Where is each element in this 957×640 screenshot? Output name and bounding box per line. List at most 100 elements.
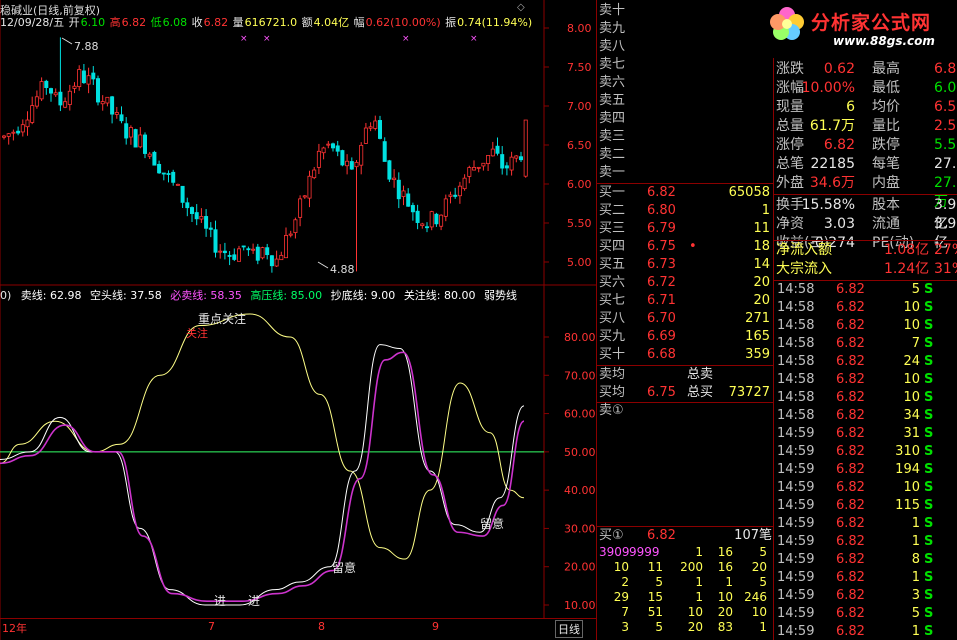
stat-label: 换手 [776,197,804,213]
stat-value: 6.82 [823,137,855,153]
queue-cell: 1 [695,590,703,604]
candle-body [204,216,209,229]
tick-price: 6.82 [836,498,865,513]
avg-sell-row: 卖均 总卖 [599,367,714,382]
queue-cell: 1 [725,575,733,589]
tick-row: 14:59 6.82 194 S [774,461,957,479]
tick-volume: 10 [903,372,920,387]
y-tick-label: 50.00 [564,446,596,459]
amp-value: 0.74(11.94%) [457,16,533,29]
tick-volume: 10 [903,318,920,333]
candle-body [128,127,133,138]
info-panel: 涨跌 0.62 最高 6.8 涨幅 10.00% 最低 6.0 现量 6 均价 6.5 总量 61.7万 量… [773,0,957,640]
min-pointer [317,261,329,269]
queue-cell: 1 [759,620,767,634]
queue-cell: 29 [613,590,629,604]
indicator-header: 0) 卖线: 62.98 空头线: 37.58 必卖线: 58.35 高压线: … [0,288,522,303]
candle-body [373,120,378,129]
candle-body [495,145,500,154]
candle-body [53,92,58,96]
queue-row: 3 5 20 83 1 [599,620,772,635]
candle-body [490,148,495,157]
tick-row: 14:58 6.82 10 S [774,299,957,317]
candle-body [91,72,96,80]
tick-row: 14:58 6.82 10 S [774,317,957,335]
tick-side: S [924,300,934,315]
candle-body [302,195,307,198]
sell-row: 卖一 [599,165,626,180]
tick-price: 6.82 [836,300,865,315]
volume-label: 量 [232,16,244,29]
tick-side: S [924,552,934,567]
tick-volume: 10 [903,300,920,315]
tick-volume: 10 [903,390,920,405]
candle-body [467,167,472,177]
tick-price: 6.82 [836,354,865,369]
sell-row: 卖四 [599,111,626,126]
candle-body [119,114,124,122]
candle-body [124,123,129,139]
candle-body [232,254,237,260]
max-pointer [61,37,73,45]
tick-side: S [924,462,934,477]
tick-side: S [924,408,934,423]
stat-label: 量比 [872,118,900,134]
y-tick-label: 20.00 [564,561,596,574]
tick-volume: 115 [895,498,920,513]
candle-body [67,90,72,105]
sell1-queue-row: 卖① [599,403,624,418]
tick-time: 14:59 [777,534,815,549]
tick-price: 6.82 [836,282,865,297]
annotation-watch: 留意 [480,517,505,531]
candle-body [20,124,25,133]
candle-body [429,211,434,228]
chart-canvas[interactable]: 8.00 7.50 7.00 6.50 6.00 5.50 5.00 7.88 4.88 × × × ×… [0,0,596,640]
stat-label: 股本 [872,197,900,213]
tick-time: 14:59 [777,480,815,495]
stat-value: 0.62 [823,61,855,77]
candle-body [283,235,288,259]
tick-row: 14:58 6.82 5 S [774,281,957,299]
candle-body [387,160,392,180]
sell-row: 卖七 [599,57,626,72]
site-logo: 分析家公式网 www.88gs.com [763,0,957,58]
tick-time: 14:58 [777,408,815,423]
tick-price: 6.82 [836,534,865,549]
queue-cell: 10 [717,590,733,604]
tick-volume: 10 [903,480,920,495]
candle-body [269,255,274,267]
tick-row: 14:58 6.82 24 S [774,353,957,371]
candle-body [180,185,185,203]
queue-cell: 11 [647,560,663,574]
candle-body [16,130,21,134]
candle-body [330,143,335,149]
tick-row: 14:58 6.82 10 S [774,371,957,389]
queue-cell: 83 [717,620,733,634]
candle-body [509,156,514,171]
stat-label: 内盘 [872,175,900,191]
tick-time: 14:59 [777,426,815,441]
candle-body [44,80,49,88]
tick-volume: 194 [895,462,920,477]
queue-cell: 51 [647,605,663,619]
low-value: 6.08 [162,16,188,29]
candle-body [199,216,204,220]
stat-value: 61.7万 [809,118,855,134]
x-axis-label: 7 [208,620,215,633]
candle-body [189,207,194,214]
candle-body [424,226,429,229]
tick-price: 6.82 [836,588,865,603]
candle-body [335,145,340,152]
candle-body [307,175,312,199]
tick-side: S [924,516,934,531]
buy-row: 买五 6.73 14 [599,257,770,272]
candle-body [354,161,359,168]
tick-volume: 1 [911,570,920,585]
high-label: 高 [109,16,121,29]
period-button[interactable]: 日线 [555,620,583,638]
candle-body [58,91,63,106]
tick-volume: 5 [911,606,920,621]
diamond-icon[interactable]: ◇ [517,2,525,13]
chart-area[interactable]: 8.00 7.50 7.00 6.50 6.00 5.50 5.00 7.88 4.88 × × × ×… [0,0,596,640]
stat-row: 涨幅 10.00% 最低 6.0 [774,79,957,98]
